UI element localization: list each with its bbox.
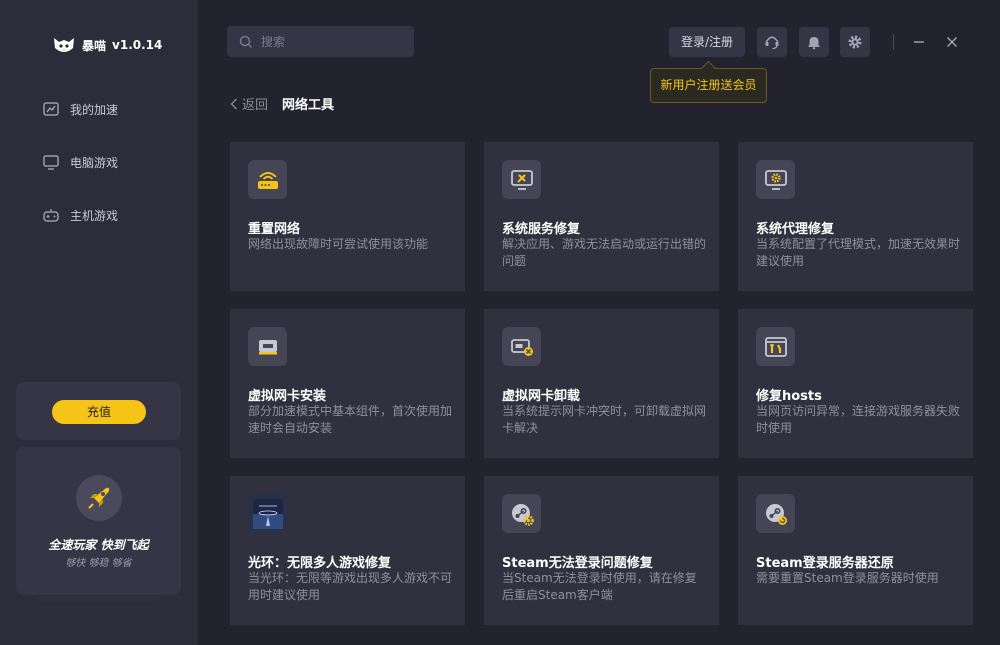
tool-card-repair-hosts[interactable]: 修复hosts 当网页访问异常，连接游戏服务器失败时使用	[738, 309, 973, 458]
brand: 暴喵 v1.0.14	[52, 34, 162, 56]
tool-description: 网络出现故障时可尝试使用该功能	[248, 237, 429, 251]
recharge-card: 充值	[16, 382, 181, 440]
network-card-remove-icon	[502, 327, 541, 366]
minimize-button[interactable]	[909, 32, 929, 52]
search-input[interactable]	[261, 34, 401, 49]
sidebar-item-label: 我的加速	[70, 102, 119, 117]
tool-description: 解决应用、游戏无法启动或运行出错的问题	[502, 237, 707, 268]
tool-title: 系统代理修复	[756, 222, 835, 237]
tool-title: Steam登录服务器还原	[756, 556, 894, 571]
hosts-tools-icon	[756, 327, 795, 366]
network-card-icon	[248, 327, 287, 366]
steam-restore-icon	[756, 494, 795, 533]
steam-gear-icon	[502, 494, 541, 533]
tool-description: 部分加速模式中基本组件，首次使用加速时会自动安装	[248, 404, 453, 435]
bell-icon	[808, 37, 820, 50]
support-button[interactable]	[757, 27, 787, 57]
tool-card-virtual-nic-install[interactable]: 虚拟网卡安装 部分加速模式中基本组件，首次使用加速时会自动安装	[230, 309, 465, 458]
tool-title: 虚拟网卡卸载	[502, 389, 581, 404]
sidebar-item-label: 电脑游戏	[70, 155, 119, 170]
chart-icon	[43, 102, 59, 116]
tool-card-steam-login-repair[interactable]: Steam无法登录问题修复 当Steam无法登录时使用，请在修复后重启Steam…	[484, 476, 719, 625]
sidebar-item-console-games[interactable]: 主机游戏	[42, 204, 118, 226]
login-register-button[interactable]: 登录/注册	[669, 27, 745, 57]
notifications-button[interactable]	[799, 27, 829, 57]
tool-card-virtual-nic-uninstall[interactable]: 虚拟网卡卸载 当系统提示网卡冲突时，可卸载虚拟网卡解决	[484, 309, 719, 458]
tool-card-steam-server-restore[interactable]: Steam登录服务器还原 需要重置Steam登录服务器时使用	[738, 476, 973, 625]
version-label: v1.0.14	[112, 38, 163, 52]
brand-name: 暴喵	[82, 38, 107, 53]
search-icon	[239, 35, 252, 48]
close-button[interactable]	[942, 32, 962, 52]
monitor-gear-icon	[756, 160, 795, 199]
recharge-button[interactable]: 充值	[52, 400, 146, 424]
promo-card-shadow	[36, 596, 162, 601]
tool-card-system-proxy-repair[interactable]: 系统代理修复 当系统配置了代理模式，加速无效果时建议使用	[738, 142, 973, 291]
halo-game-icon	[248, 494, 287, 533]
tool-title: 修复hosts	[756, 389, 822, 404]
tool-description: 当系统提示网卡冲突时，可卸载虚拟网卡解决	[502, 404, 707, 435]
sidebar-item-pc-games[interactable]: 电脑游戏	[42, 151, 118, 173]
sidebar-nav: 我的加速 电脑游戏 主机游戏	[42, 98, 118, 257]
tool-description: 当Steam无法登录时使用，请在修复后重启Steam客户端	[502, 571, 697, 602]
cat-logo-icon	[54, 38, 74, 52]
promo-title: 全速玩家 快到飞起	[48, 538, 149, 552]
back-label: 返回	[242, 98, 269, 113]
page-title: 网络工具	[282, 98, 335, 113]
monitor-icon	[43, 155, 59, 170]
rocket-icon	[76, 475, 122, 521]
tool-title: Steam无法登录问题修复	[502, 556, 653, 571]
sidebar: 暴喵 v1.0.14 我的加速 电脑游戏 主机游戏 充值 全速玩家 快到飞起 够…	[0, 0, 198, 645]
sidebar-item-label: 主机游戏	[70, 208, 119, 223]
tool-title: 系统服务修复	[502, 222, 581, 237]
header-divider	[893, 34, 894, 50]
tool-card-halo-infinite-repair[interactable]: 光环：无限多人游戏修复 当光环：无限等游戏出现多人游戏不可用时建议使用	[230, 476, 465, 625]
tool-description: 当网页访问异常，连接游戏服务器失败时使用	[756, 404, 961, 435]
tool-title: 虚拟网卡安装	[248, 389, 327, 404]
register-promo-tooltip: 新用户注册送会员	[650, 68, 767, 103]
settings-button[interactable]	[840, 27, 870, 57]
router-icon	[248, 160, 287, 199]
close-icon	[947, 37, 957, 47]
sidebar-item-my-boost[interactable]: 我的加速	[42, 98, 118, 120]
minimize-icon	[914, 41, 924, 43]
chevron-left-icon	[230, 98, 237, 109]
promo-subtitle: 够快 够稳 够省	[65, 558, 132, 569]
promo-card[interactable]: 全速玩家 快到飞起 够快 够稳 够省	[16, 447, 181, 595]
tool-description: 需要重置Steam登录服务器时使用	[756, 571, 939, 585]
tool-title: 光环：无限多人游戏修复	[248, 556, 392, 571]
breadcrumb: 返回 网络工具	[230, 94, 334, 113]
back-link[interactable]: 返回	[230, 94, 268, 113]
monitor-tools-icon	[502, 160, 541, 199]
tool-description: 当光环：无限等游戏出现多人游戏不可用时建议使用	[248, 571, 453, 602]
gear-icon	[848, 35, 862, 49]
search-box[interactable]	[227, 26, 414, 57]
headset-icon	[765, 36, 779, 50]
tool-card-reset-network[interactable]: 重置网络 网络出现故障时可尝试使用该功能	[230, 142, 465, 291]
tool-card-system-service-repair[interactable]: 系统服务修复 解决应用、游戏无法启动或运行出错的问题	[484, 142, 719, 291]
gamepad-icon	[43, 209, 59, 222]
tool-title: 重置网络	[248, 222, 301, 237]
tool-description: 当系统配置了代理模式，加速无效果时建议使用	[756, 237, 961, 268]
